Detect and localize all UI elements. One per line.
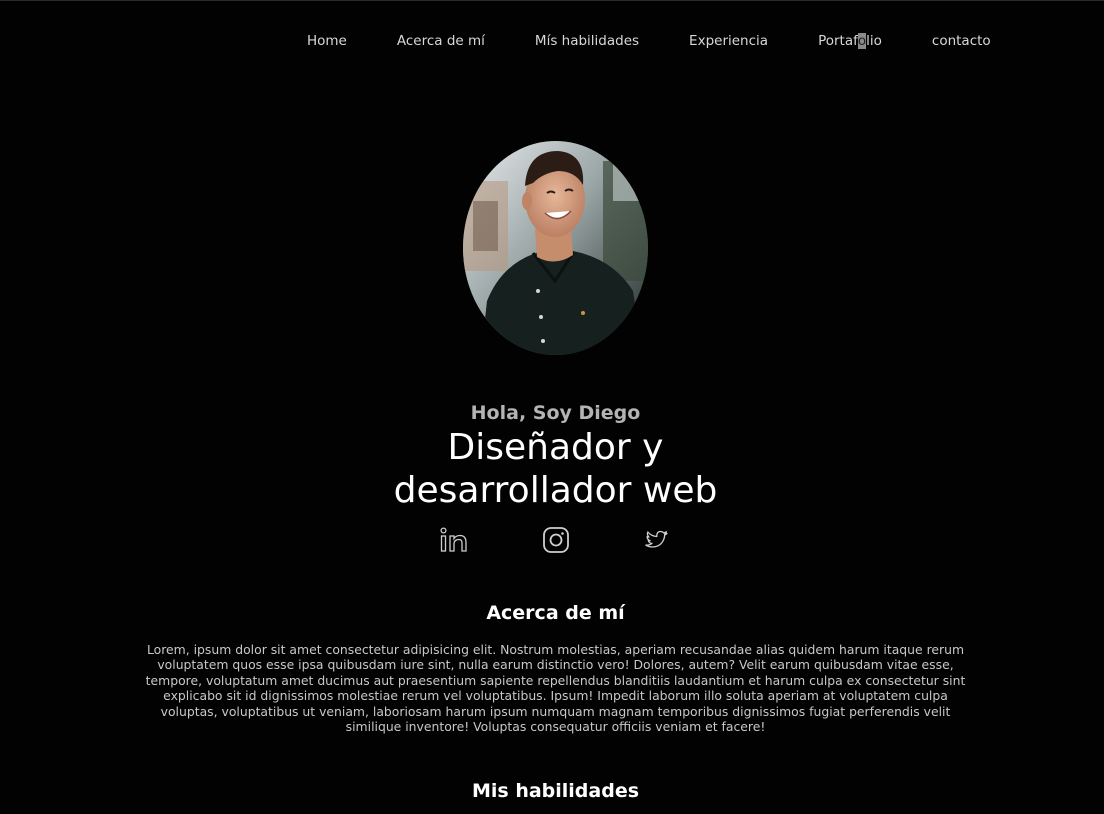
linkedin-icon[interactable]: [438, 524, 470, 556]
skills-heading: Mis habilidades: [471, 780, 640, 802]
nav-portfolio-text-selected: o: [857, 33, 867, 49]
hero-title-line-2: desarrollador web: [393, 470, 718, 511]
nav-portfolio-text-b: lio: [866, 33, 882, 49]
hero-title-line-1: Diseñador y: [447, 427, 664, 468]
nav-contact[interactable]: contacto: [932, 32, 991, 50]
portfolio-page: Home Acerca de mí Mís habilidades Experi…: [0, 0, 1104, 814]
twitter-icon[interactable]: [640, 524, 672, 556]
nav-home[interactable]: Home: [307, 32, 347, 50]
about-paragraph: Lorem, ipsum dolor sit amet consectetur …: [145, 642, 966, 735]
profile-photo: [463, 141, 648, 355]
nav-portfolio[interactable]: Portafolio: [818, 32, 882, 50]
profile-photo-image: [463, 141, 648, 355]
instagram-icon[interactable]: [540, 524, 572, 556]
about-heading: Acerca de mí: [486, 602, 625, 624]
nav-skills[interactable]: Mís habilidades: [535, 32, 639, 50]
nav-about[interactable]: Acerca de mí: [397, 32, 485, 50]
nav-portfolio-text-a: Portaf: [818, 33, 858, 49]
hero-title: Diseñador y desarrollador web: [0, 426, 1104, 512]
nav-experience[interactable]: Experiencia: [689, 32, 768, 50]
social-links: [0, 524, 1104, 556]
hero-greeting: Hola, Soy Diego: [470, 402, 641, 424]
main-nav: Home Acerca de mí Mís habilidades Experi…: [307, 32, 991, 50]
